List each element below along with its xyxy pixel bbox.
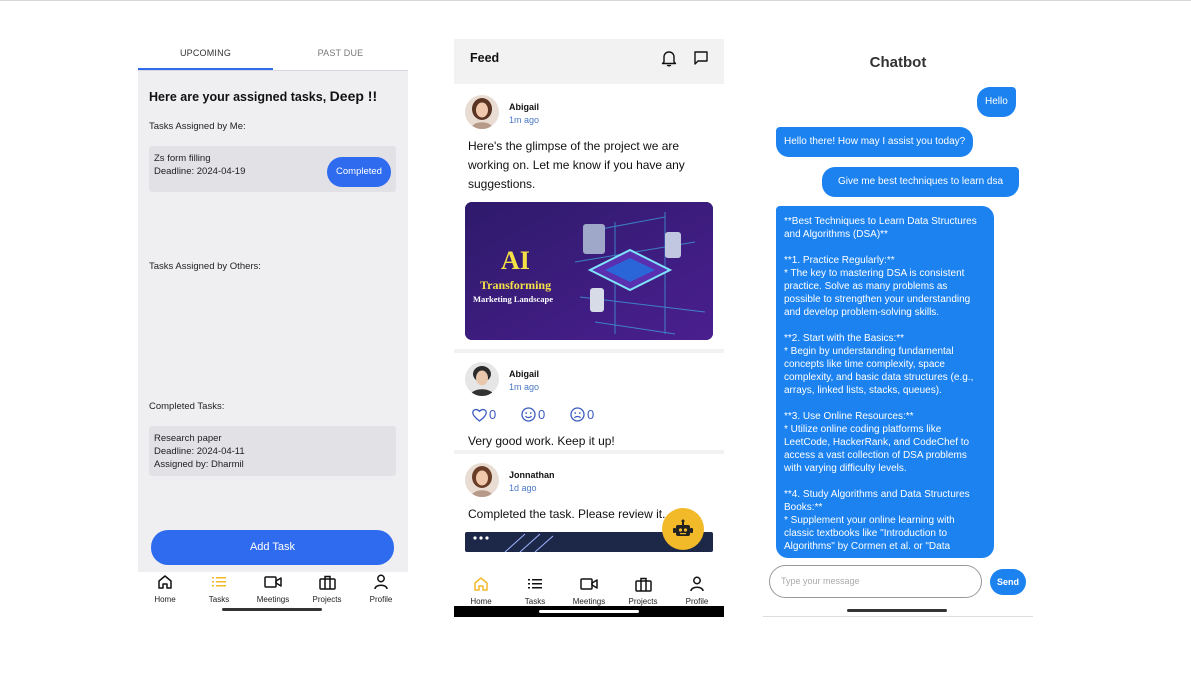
nav-label: Projects — [312, 595, 342, 604]
bottom-divider — [763, 616, 1033, 617]
avatar[interactable] — [465, 463, 499, 497]
user-message: Hello — [977, 87, 1016, 117]
completed-task-card[interactable]: Research paper Deadline: 2024-04-11 Assi… — [149, 426, 396, 476]
nav-home[interactable]: Home — [454, 574, 508, 606]
nav-label: Home — [154, 595, 176, 604]
nav-projects[interactable]: Projects — [300, 572, 354, 604]
post-text: Here's the glimpse of the project we are… — [468, 139, 685, 191]
nav-home[interactable]: Home — [138, 572, 192, 604]
task-assigned-by: Assigned by: Dharmil — [154, 459, 244, 470]
home-icon — [454, 574, 508, 594]
feed-comment[interactable]: Abigail 1m ago 0 0 0 Very good work. Kee… — [454, 353, 724, 450]
post-time: 1m ago — [509, 382, 540, 392]
tab-upcoming[interactable]: UPCOMING — [138, 48, 273, 58]
chatbot-screen: Chatbot Hello Hello there! How may I ass… — [763, 40, 1033, 617]
banner-caption: Marketing Landscape — [473, 294, 554, 304]
like-reaction[interactable]: 0 — [472, 407, 496, 422]
assigned-by-others-label: Tasks Assigned by Others: — [149, 261, 261, 272]
completed-tasks-label: Completed Tasks: — [149, 401, 225, 412]
nav-label: Profile — [685, 597, 709, 606]
smile-icon — [521, 407, 536, 422]
send-button[interactable]: Send — [990, 569, 1026, 595]
nav-label: Profile — [369, 595, 393, 604]
smile-reaction[interactable]: 0 — [521, 407, 545, 422]
nav-label: Projects — [628, 597, 658, 606]
nav-profile[interactable]: Profile — [670, 574, 724, 606]
page-title: Chatbot — [869, 54, 927, 71]
nav-label: Meetings — [572, 597, 606, 606]
sad-reaction[interactable]: 0 — [570, 407, 594, 422]
nav-meetings[interactable]: Meetings — [246, 572, 300, 604]
banner-subtitle: Transforming — [480, 278, 552, 292]
heart-icon — [472, 408, 487, 422]
completed-button[interactable]: Completed — [327, 157, 391, 187]
greeting-text: Here are your assigned tasks, — [149, 90, 327, 104]
assigned-by-me-label: Tasks Assigned by Me: — [149, 121, 246, 132]
briefcase-icon — [300, 572, 354, 592]
home-indicator — [847, 609, 947, 612]
tab-divider — [138, 70, 408, 71]
top-divider — [0, 0, 1191, 1]
post-time: 1d ago — [509, 483, 537, 493]
feed-screen: Feed Abigail 1m ago Here's the glimpse o… — [454, 39, 724, 617]
video-camera-icon — [562, 574, 616, 594]
list-icon — [192, 572, 246, 592]
nav-label: Tasks — [524, 597, 546, 606]
nav-label: Home — [470, 597, 492, 606]
user-icon — [670, 574, 724, 594]
user-icon — [354, 572, 408, 592]
task-card[interactable]: Zs form filling Deadline: 2024-04-19 Com… — [149, 146, 396, 192]
task-tabs: UPCOMING PAST DUE — [138, 40, 408, 70]
nav-label: Tasks — [208, 595, 230, 604]
post-time: 1m ago — [509, 115, 540, 125]
bot-message: Hello there! How may I assist you today? — [776, 127, 974, 157]
page-title: Feed — [470, 51, 500, 65]
comment-text: Very good work. Keep it up! — [468, 434, 615, 448]
bell-icon[interactable] — [661, 50, 677, 72]
nav-tasks[interactable]: Tasks — [192, 572, 246, 604]
tab-past-due[interactable]: PAST DUE — [273, 48, 408, 58]
smile-count: 0 — [538, 407, 546, 422]
list-icon — [508, 574, 562, 594]
sad-count: 0 — [587, 407, 595, 422]
like-count: 0 — [489, 407, 497, 422]
feed-post[interactable]: Abigail 1m ago Here's the glimpse of the… — [454, 84, 724, 349]
chat-icon[interactable] — [693, 50, 709, 72]
nav-projects[interactable]: Projects — [616, 574, 670, 606]
add-task-button[interactable]: Add Task — [151, 530, 394, 565]
home-icon — [138, 572, 192, 592]
message-input[interactable]: Type your message — [769, 565, 982, 598]
briefcase-icon — [616, 574, 670, 594]
home-indicator — [222, 608, 322, 611]
nav-profile[interactable]: Profile — [354, 572, 408, 604]
nav-tasks[interactable]: Tasks — [508, 574, 562, 606]
task-title: Research paper — [154, 433, 222, 444]
bottom-nav: Home Tasks Meetings Projects Profile — [138, 572, 408, 612]
user-message: Give me best techniques to learn dsa — [822, 167, 1019, 197]
chatbot-fab[interactable] — [662, 508, 704, 550]
tasks-screen: UPCOMING PAST DUE Here are your assigned… — [138, 40, 408, 612]
post-image[interactable]: AI Transforming Marketing Landscape — [465, 202, 713, 340]
post-author[interactable]: Abigail — [509, 369, 539, 379]
post-author[interactable]: Abigail — [509, 102, 539, 112]
bot-message-long: **Best Techniques to Learn Data Structur… — [776, 206, 994, 558]
robot-icon — [673, 519, 693, 536]
banner-title: AI — [501, 246, 530, 275]
user-name: Deep !! — [329, 88, 378, 104]
video-camera-icon — [246, 572, 300, 592]
nav-meetings[interactable]: Meetings — [562, 574, 616, 606]
post-text: Completed the task. Please review it. — [468, 507, 666, 521]
post-author[interactable]: Jonnathan — [509, 470, 555, 480]
avatar[interactable] — [465, 95, 499, 129]
avatar[interactable] — [465, 362, 499, 396]
sad-icon — [570, 407, 585, 422]
nav-label: Meetings — [256, 595, 290, 604]
home-indicator — [539, 610, 639, 613]
page-title: Here are your assigned tasks, Deep !! — [149, 88, 377, 104]
task-deadline: Deadline: 2024-04-11 — [154, 446, 245, 457]
